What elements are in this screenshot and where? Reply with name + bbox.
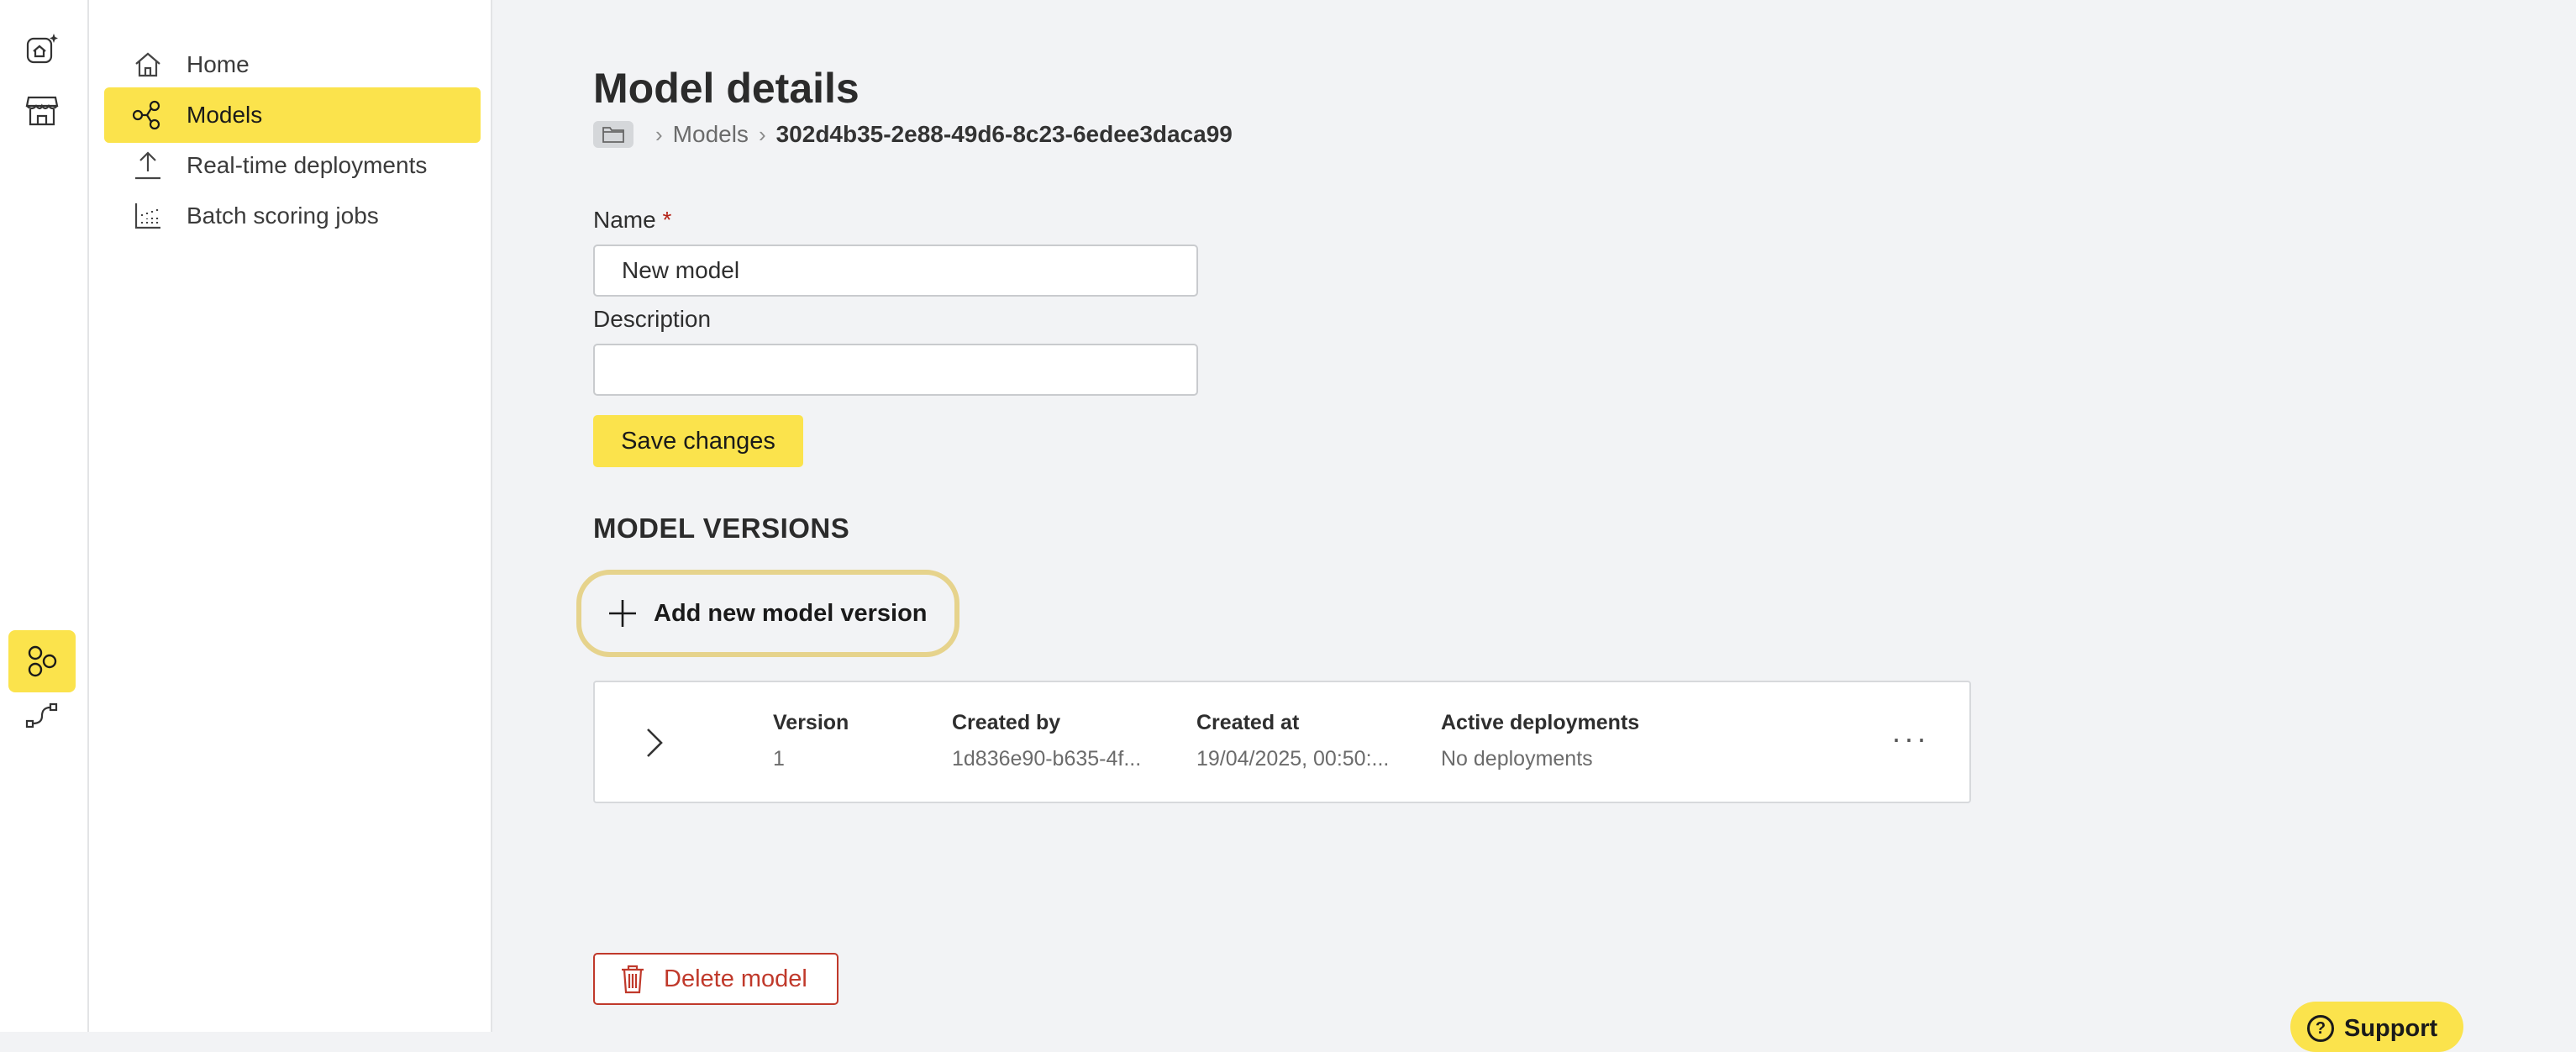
name-field[interactable] (593, 245, 1198, 297)
breadcrumb-current: 302d4b35-2e88-49d6-8c23-6edee3daca99 (775, 121, 1233, 147)
batch-chart-icon (131, 199, 165, 233)
chevron-right-icon: › (758, 121, 766, 147)
description-label: Description (593, 306, 712, 332)
main-content: Model details › Models › 302d4b35-2e88-4… (492, 0, 2576, 1052)
sidebar-item-home[interactable]: Home (104, 37, 481, 92)
support-button[interactable]: ? Support (2290, 1002, 2463, 1052)
breadcrumb: › Models › 302d4b35-2e88-49d6-8c23-6edee… (593, 118, 1233, 151)
trash-icon (622, 965, 644, 994)
column-header: Created by (952, 711, 1061, 734)
column-header: Created at (1196, 711, 1300, 734)
help-icon: ? (2307, 1015, 2334, 1042)
name-label: Name * (593, 207, 671, 234)
models-icon (131, 98, 165, 132)
store-icon[interactable] (17, 84, 67, 134)
page-title: Model details (593, 65, 860, 112)
home-icon (131, 48, 165, 82)
created-by-column: Created by 1d836e90-b635-4f... (952, 711, 1141, 771)
active-deployments-value: No deployments (1441, 747, 1593, 771)
sidebar: Home Models Real-time deployments Batch … (89, 0, 492, 1032)
more-options-icon[interactable]: ··· (1891, 723, 1929, 754)
sidebar-item-label: Real-time deployments (187, 152, 428, 178)
created-at-value: 19/04/2025, 00:50:... (1196, 747, 1390, 771)
description-field[interactable] (593, 344, 1198, 396)
sidebar-item-label: Batch scoring jobs (187, 203, 379, 229)
created-at-column: Created at 19/04/2025, 00:50:... (1196, 711, 1389, 771)
model-versions-heading: MODEL VERSIONS (593, 513, 850, 544)
app-rail (0, 0, 89, 1032)
add-model-version-label: Add new model version (654, 599, 928, 627)
required-mark: * (662, 207, 672, 233)
folder-icon[interactable] (593, 121, 633, 148)
name-label-text: Name (593, 207, 656, 233)
sidebar-item-batch-scoring-jobs[interactable]: Batch scoring jobs (104, 188, 481, 244)
save-changes-button[interactable]: Save changes (593, 415, 803, 467)
models-hub-icon[interactable] (8, 630, 76, 692)
created-by-value: 1d836e90-b635-4f... (952, 747, 1142, 771)
chevron-right-icon[interactable] (639, 724, 669, 761)
column-header: Active deployments (1441, 711, 1640, 734)
add-model-version-button[interactable]: Add new model version (576, 570, 959, 657)
model-version-row: Version 1 Created by 1d836e90-b635-4f...… (593, 681, 1971, 803)
sidebar-item-label: Home (187, 51, 250, 77)
upload-icon (131, 149, 165, 182)
ai-home-icon[interactable] (17, 24, 67, 74)
version-column: Version 1 (773, 711, 849, 771)
sidebar-item-label: Models (187, 102, 263, 128)
chevron-right-icon: › (655, 121, 663, 147)
pipeline-icon[interactable] (17, 691, 67, 741)
plus-icon (609, 600, 636, 627)
version-value: 1 (773, 747, 785, 771)
column-header: Version (773, 711, 849, 734)
support-label: Support (2344, 1015, 2438, 1042)
delete-model-label: Delete model (664, 965, 807, 992)
breadcrumb-models-link[interactable]: Models (673, 121, 749, 148)
active-deployments-column: Active deployments No deployments (1441, 711, 1639, 771)
delete-model-button[interactable]: Delete model (593, 953, 839, 1005)
sidebar-item-models[interactable]: Models (104, 87, 481, 143)
sidebar-item-real-time-deployments[interactable]: Real-time deployments (104, 138, 481, 193)
